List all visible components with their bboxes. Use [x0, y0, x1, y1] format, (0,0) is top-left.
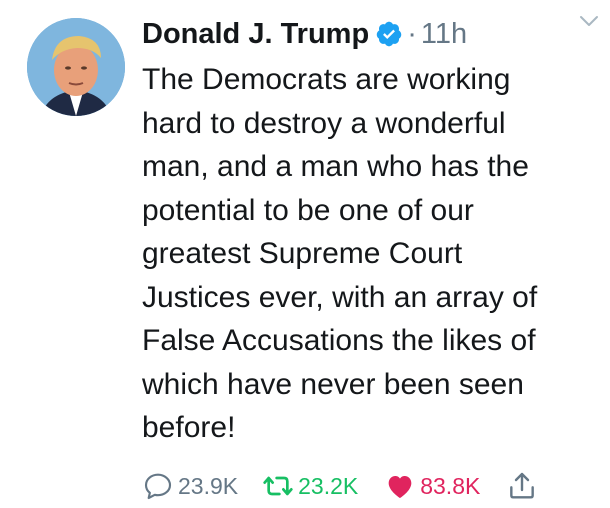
verified-badge-icon	[375, 20, 403, 48]
tweet-text-line: hard to destroy a wonderful	[142, 106, 506, 140]
retweet-button[interactable]: 23.2K	[262, 470, 358, 502]
avatar-image	[27, 18, 125, 116]
chevron-down-icon[interactable]	[576, 8, 602, 34]
tweet-text-line: False Accusations the likes of	[142, 324, 536, 357]
header-separator: ·	[407, 17, 417, 50]
retweet-icon	[263, 476, 293, 496]
tweet-timestamp[interactable]: 11h	[421, 18, 467, 51]
tweet-text: The Democrats are working hard to destro…	[142, 58, 602, 450]
tweet-text-line: The Democrats are working	[142, 63, 511, 96]
heart-icon	[388, 476, 412, 498]
tweet-text-line: which have never been seen	[142, 367, 524, 401]
tweet-text-line: man, and a man who has the	[142, 150, 529, 183]
reply-icon	[144, 473, 172, 500]
tweet-text-line: greatest Supreme Court	[142, 237, 463, 270]
retweet-count: 23.2K	[298, 472, 359, 499]
share-button[interactable]	[506, 470, 542, 502]
share-icon	[510, 472, 535, 499]
author-name[interactable]: Donald J. Trump	[142, 18, 369, 51]
tweet-text-line: Justices ever, with an array of	[142, 280, 538, 314]
like-count: 83.8K	[420, 472, 481, 499]
tweet-header: Donald J. Trump · 11h	[142, 14, 600, 54]
tweet-actions: 23.9K 23.2K 83.8K	[142, 468, 542, 504]
tweet-text-line: potential to be one of our	[142, 193, 474, 227]
reply-count: 23.9K	[178, 472, 239, 499]
tweet-text-line: before!	[142, 411, 236, 444]
profile-avatar[interactable]	[27, 18, 125, 116]
reply-button[interactable]: 23.9K	[142, 470, 238, 502]
like-button[interactable]: 83.8K	[384, 470, 480, 502]
